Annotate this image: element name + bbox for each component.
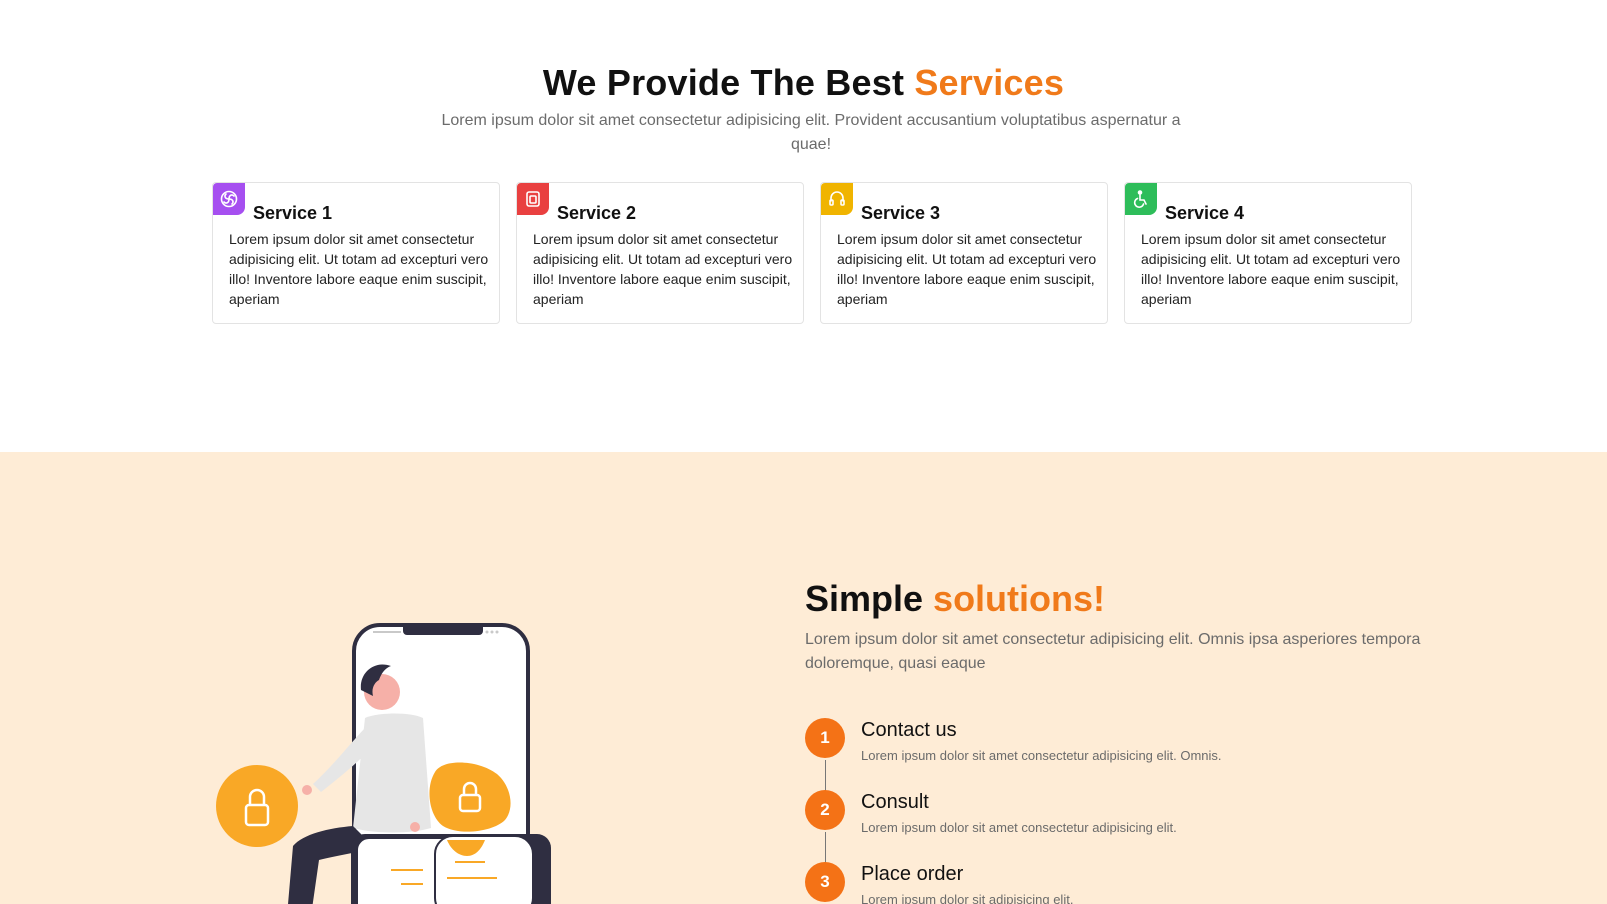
- step-number: 1: [805, 718, 845, 758]
- step-item-2: 2 Consult Lorem ipsum dolor sit amet con…: [805, 790, 1505, 850]
- page: We Provide The Best Services Lorem ipsum…: [0, 0, 1607, 904]
- service-card-3[interactable]: Service 3 Lorem ipsum dolor sit amet con…: [820, 182, 1108, 324]
- service-cards: Service 1 Lorem ipsum dolor sit amet con…: [212, 182, 1412, 324]
- service-card-title: Service 4: [1165, 203, 1245, 223]
- step-text: Lorem ipsum dolor sit amet consectetur a…: [861, 748, 1222, 763]
- service-card-2[interactable]: Service 2 Lorem ipsum dolor sit amet con…: [516, 182, 804, 324]
- step-title: Place order: [861, 863, 964, 885]
- service-card-4[interactable]: Service 4 Lorem ipsum dolor sit amet con…: [1124, 182, 1412, 324]
- solutions-heading: Simple solutions!: [805, 578, 1105, 620]
- step-item-3: 3 Place order Lorem ipsum dolor sit adip…: [805, 862, 1505, 904]
- solutions-section: Simple solutions! Lorem ipsum dolor sit …: [0, 452, 1607, 904]
- step-title: Consult: [861, 791, 929, 813]
- services-heading: We Provide The Best Services: [0, 62, 1607, 104]
- security-illustration: [215, 622, 575, 904]
- steps-list: 1 Contact us Lorem ipsum dolor sit amet …: [805, 718, 1505, 904]
- solutions-subtitle: Lorem ipsum dolor sit amet consectetur a…: [805, 631, 1421, 672]
- solutions-heading-main: Simple: [805, 578, 934, 619]
- accessibility-icon: [1125, 183, 1157, 215]
- service-card-1[interactable]: Service 1 Lorem ipsum dolor sit amet con…: [212, 182, 500, 324]
- swirl-icon: [213, 183, 245, 215]
- service-card-title: Service 2: [557, 203, 637, 223]
- services-section: We Provide The Best Services Lorem ipsum…: [0, 0, 1607, 452]
- service-card-text: Lorem ipsum dolor sit amet consectetur a…: [229, 231, 489, 307]
- step-connector: [825, 832, 826, 864]
- step-number: 3: [805, 862, 845, 902]
- service-card-text: Lorem ipsum dolor sit amet consectetur a…: [533, 231, 793, 307]
- service-card-title: Service 1: [253, 203, 333, 223]
- step-text: Lorem ipsum dolor sit amet consectetur a…: [861, 820, 1177, 835]
- copy-icon: [517, 183, 549, 215]
- headset-icon: [821, 183, 853, 215]
- solutions-heading-accent: solutions!: [933, 578, 1106, 619]
- step-connector: [825, 760, 826, 792]
- service-card-text: Lorem ipsum dolor sit amet consectetur a…: [1141, 231, 1401, 307]
- service-card-title: Service 3: [861, 203, 941, 223]
- services-subtitle: Lorem ipsum dolor sit amet consectetur a…: [441, 112, 1181, 153]
- step-number: 2: [805, 790, 845, 830]
- services-heading-accent: Services: [914, 62, 1065, 103]
- services-heading-main: We Provide The Best: [542, 62, 915, 103]
- step-item-1: 1 Contact us Lorem ipsum dolor sit amet …: [805, 718, 1505, 778]
- step-title: Contact us: [861, 719, 957, 741]
- service-card-text: Lorem ipsum dolor sit amet consectetur a…: [837, 231, 1097, 307]
- step-text: Lorem ipsum dolor sit adipisicing elit.: [861, 892, 1074, 904]
